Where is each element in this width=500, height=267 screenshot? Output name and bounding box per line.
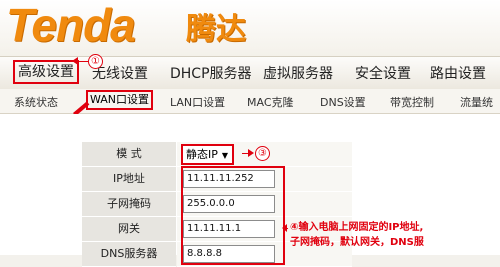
ip-address-input[interactable]: 11.11.11.252 [183,170,275,188]
instruction-line-2: 子网掩码，默认网关，DNS服 [290,237,424,248]
menu-item-advanced-settings[interactable]: 高级设置 [13,60,79,84]
dns-server-input[interactable]: 8.8.8.8 [183,245,275,263]
subnet-mask-input[interactable]: 255.0.0.0 [183,195,275,213]
gateway-input[interactable]: 11.11.11.1 [183,220,275,238]
gateway-label: 网关 [82,217,176,242]
submenu-lan-settings[interactable]: LAN口设置 [170,94,225,110]
mode-selected-value: 静态IP [186,148,218,161]
menu-item-dhcp-server[interactable]: DHCP服务器 [170,63,252,83]
callout-3-arrowhead [248,149,254,157]
subnet-mask-label: 子网掩码 [82,192,176,217]
menu-item-security-settings[interactable]: 安全设置 [355,63,411,83]
submenu-bandwidth-control[interactable]: 带宽控制 [390,94,434,110]
submenu-system-status[interactable]: 系统状态 [14,94,58,110]
submenu-dns-settings[interactable]: DNS设置 [320,94,366,110]
tenda-logo-chinese: 腾达 [186,12,246,47]
callout-1-badge: ① [88,54,103,69]
mode-row: 模 式 静态IP ▼ [82,142,352,167]
submenu-wan-settings[interactable]: WAN口设置 [86,90,154,110]
instruction-note: ④输入电脑上网固定的IP地址, 子网掩码，默认网关，DNS服 [290,220,500,250]
menu-item-virtual-server[interactable]: 虚拟服务器 [263,63,333,83]
header: Tenda 腾达 [0,0,500,56]
submenu-mac-clone[interactable]: MAC克隆 [247,94,294,110]
callout-3-badge: ③ [255,146,270,161]
ip-address-label: IP地址 [82,167,176,192]
subnet-mask-row: 子网掩码 255.0.0.0 [82,192,352,217]
callout-1-arrow [78,61,88,62]
instruction-line-1: ④输入电脑上网固定的IP地址, [290,222,424,233]
mode-select[interactable]: 静态IP ▼ [181,144,235,165]
chevron-down-icon: ▼ [221,151,229,160]
menu-item-routing-settings[interactable]: 路由设置 [430,63,486,83]
callout-1-arrowhead [72,57,78,65]
ip-address-row: IP地址 11.11.11.252 [82,167,352,192]
mode-label: 模 式 [82,142,176,167]
submenu-traffic-stats[interactable]: 流量统 [460,94,493,110]
callout-4-arrowhead [282,224,287,232]
tenda-logo: Tenda [6,0,136,51]
